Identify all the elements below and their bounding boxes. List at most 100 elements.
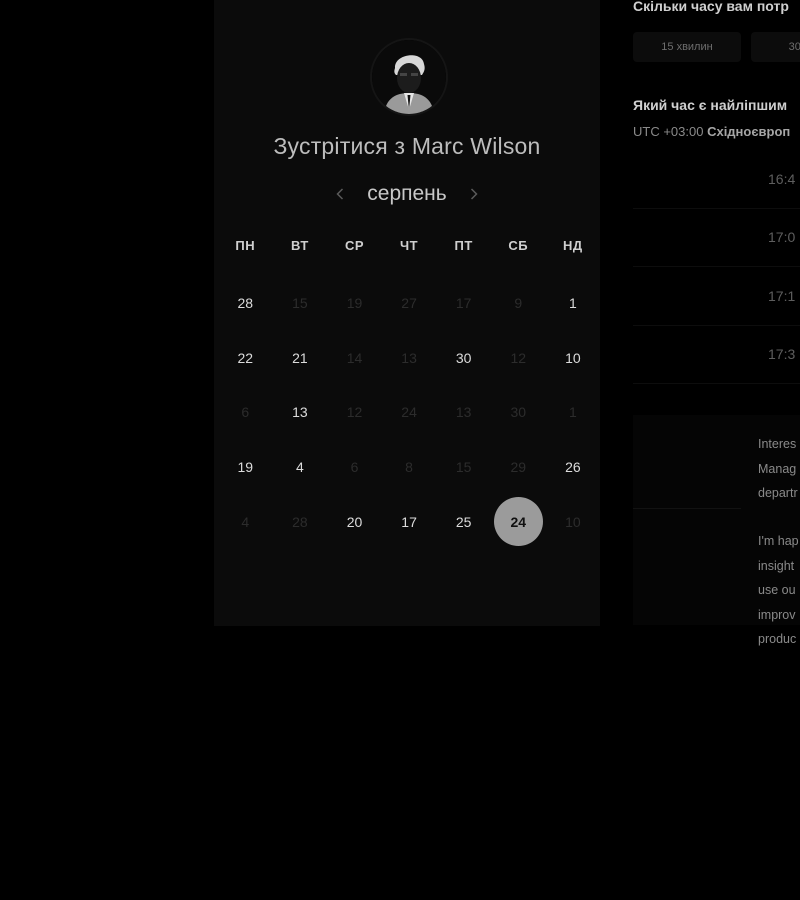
calendar-day-number: 9 xyxy=(514,295,523,312)
calendar-day[interactable]: 17 xyxy=(382,494,437,549)
calendar-day[interactable]: 21 xyxy=(273,331,328,386)
calendar-day: 1 xyxy=(546,385,601,440)
calendar-day-number: 13 xyxy=(401,349,417,366)
calendar-day[interactable]: 28 xyxy=(218,276,273,331)
calendar-day[interactable]: 22 xyxy=(218,331,273,386)
calendar-day[interactable]: 4 xyxy=(273,440,328,495)
calendar-day-number: 13 xyxy=(455,404,472,421)
weekday-header: ПН ВТ СР ЧТ ПТ СБ НД xyxy=(218,238,600,253)
calendar-day[interactable]: 13 xyxy=(273,385,328,440)
calendar-day-number: 30 xyxy=(510,404,527,421)
weekday-label: НД xyxy=(563,238,583,253)
calendar-day-number: 19 xyxy=(346,295,363,312)
calendar-day-number: 21 xyxy=(292,349,308,366)
duration-option-15[interactable]: 15 хвилин xyxy=(633,32,741,62)
calendar-day-number: 15 xyxy=(455,459,472,476)
calendar-day: 12 xyxy=(491,331,546,386)
calendar-day: 27 xyxy=(382,276,437,331)
calendar-day-number: 10 xyxy=(565,349,581,366)
calendar-day: 13 xyxy=(436,385,491,440)
description-line: use ou xyxy=(758,583,796,597)
description-line: produc xyxy=(758,632,797,646)
booking-page: Зустрітися з Marc Wilson серпень ПН ВТ С… xyxy=(0,0,800,900)
calendar-day: 8 xyxy=(382,440,437,495)
calendar-day-selected[interactable]: 24 xyxy=(491,494,546,549)
calendar-day-number: 24 xyxy=(401,404,417,421)
timezone-name: Східноєвроп xyxy=(707,124,791,139)
calendar-day: 15 xyxy=(273,276,328,331)
calendar-day: 4 xyxy=(218,494,273,549)
time-slot[interactable]: 17:3 xyxy=(633,326,800,384)
calendar-day: 17 xyxy=(436,276,491,331)
calendar-day: 30 xyxy=(491,385,546,440)
calendar-day-number: 1 xyxy=(568,404,577,421)
chevron-left-icon[interactable] xyxy=(333,184,347,204)
calendar-day: 6 xyxy=(218,385,273,440)
weekday-label: ВТ xyxy=(290,238,309,253)
description-line: insight xyxy=(758,558,795,573)
calendar-days-grid: 28 15 19 27 17 9 1 22 21 14 13 30 12 10 6 13 12 24 13 30 1 19… xyxy=(218,276,600,549)
calendar-day: 13 xyxy=(382,331,437,386)
calendar-day: 10 xyxy=(546,494,601,549)
calendar-day[interactable]: 26 xyxy=(546,440,601,495)
calendar-day-number: 26 xyxy=(565,459,581,476)
description-paragraph-1: Interes Manag departr xyxy=(758,432,800,506)
calendar-day: 29 xyxy=(491,440,546,495)
calendar-day-number: 13 xyxy=(292,404,308,421)
time-slot[interactable]: 16:4 xyxy=(633,150,800,209)
weekday-label: СБ xyxy=(508,238,529,253)
calendar-day: 15 xyxy=(436,440,491,495)
description-line: Interes xyxy=(758,437,797,451)
calendar-day[interactable]: 19 xyxy=(218,440,273,495)
calendar-day-number: 22 xyxy=(237,349,254,366)
duration-option-30[interactable]: 30 хви xyxy=(751,32,800,62)
calendar-day-number: 25 xyxy=(455,513,472,530)
timezone-label[interactable]: UTC +03:00 Східноєвроп xyxy=(633,124,790,139)
calendar-day-number: 14 xyxy=(346,349,363,366)
duration-question: Скільки часу вам потр xyxy=(633,0,789,14)
host-name: Marc Wilson xyxy=(411,133,541,159)
weekday-label: ЧТ xyxy=(400,238,419,253)
calendar-day[interactable]: 30 xyxy=(436,331,491,386)
time-slot[interactable]: 17:1 xyxy=(633,267,800,326)
description-line: I'm hap xyxy=(758,534,799,548)
calendar-day-number: 6 xyxy=(241,404,250,421)
calendar-day-number: 4 xyxy=(295,459,304,476)
time-slots: 16:4 17:0 17:1 17:3 xyxy=(633,150,800,384)
calendar-day-number: 17 xyxy=(455,295,472,312)
calendar-day-number: 17 xyxy=(401,513,417,530)
calendar-day: 28 xyxy=(273,494,328,549)
calendar-day: 14 xyxy=(327,331,382,386)
calendar-day-number: 27 xyxy=(401,295,417,312)
calendar-day-number: 15 xyxy=(292,295,308,312)
time-slot[interactable]: 17:0 xyxy=(633,209,800,267)
calendar-day-number: 28 xyxy=(237,295,254,312)
calendar-day: 12 xyxy=(327,385,382,440)
description-line: Manag xyxy=(758,461,797,476)
time-question: Який час є найліпшим xyxy=(633,97,788,113)
description-line: improv xyxy=(758,607,796,622)
divider xyxy=(633,508,741,509)
description-line: departr xyxy=(758,486,798,500)
calendar-day-number: 1 xyxy=(568,295,577,312)
calendar-day-number: 6 xyxy=(350,459,359,476)
calendar-day-number: 24 xyxy=(493,497,543,547)
calendar-day[interactable]: 1 xyxy=(546,276,601,331)
calendar-day: 19 xyxy=(327,276,382,331)
duration-options: 15 хвилин 30 хви xyxy=(633,32,800,62)
chevron-right-icon[interactable] xyxy=(467,184,481,204)
calendar-day-number: 12 xyxy=(346,404,363,421)
calendar-day[interactable]: 20 xyxy=(327,494,382,549)
month-label: серпень xyxy=(367,182,447,205)
calendar-day[interactable]: 10 xyxy=(546,331,601,386)
month-navigation: серпень xyxy=(214,178,600,210)
timezone-offset: UTC +03:00 xyxy=(633,124,704,139)
calendar-day-number: 10 xyxy=(565,513,581,530)
weekday-label: ПТ xyxy=(454,238,473,253)
calendar-day-number: 28 xyxy=(292,513,308,530)
meeting-title-prefix: Зустрітися з xyxy=(273,133,406,159)
description-paragraph-2: I'm hap insight use ou improv produc xyxy=(758,529,800,652)
calendar-day[interactable]: 25 xyxy=(436,494,491,549)
calendar-day-number: 20 xyxy=(346,513,363,530)
calendar-day-number: 12 xyxy=(510,349,527,366)
